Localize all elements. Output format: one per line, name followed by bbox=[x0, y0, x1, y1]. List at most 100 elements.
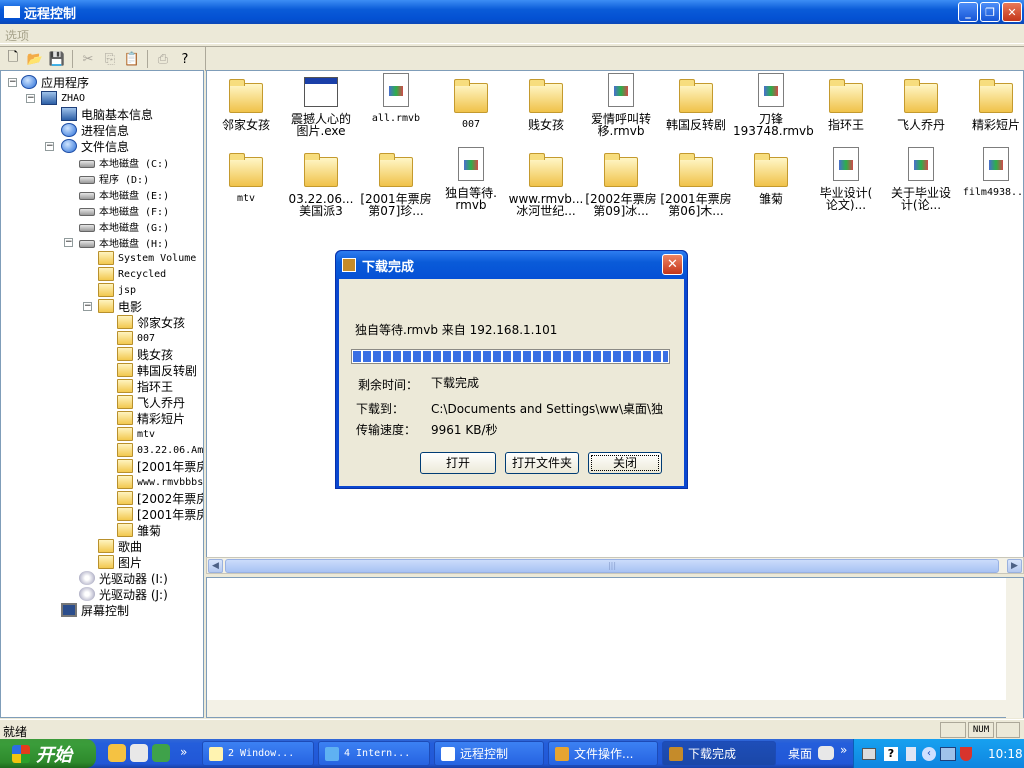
ime-icon[interactable] bbox=[906, 746, 916, 761]
file-item[interactable]: 震撼人心的 图片.exe bbox=[283, 77, 359, 137]
file-item[interactable]: 飞人乔丹 bbox=[883, 77, 959, 131]
tree-folder-movie[interactable]: 007 bbox=[117, 330, 156, 346]
tree-folder-jsp[interactable]: jsp bbox=[98, 282, 137, 298]
security-shield-icon[interactable] bbox=[960, 746, 972, 761]
tree-folder-movie[interactable]: [2001年票房 bbox=[117, 458, 203, 474]
file-item[interactable]: 独自等待. rmvb bbox=[433, 147, 509, 211]
collapse-toggle[interactable]: − bbox=[8, 78, 17, 87]
tree-folder-songs[interactable]: 歌曲 bbox=[98, 538, 143, 554]
tree-node-drive-c[interactable]: 本地磁盘 (C:) bbox=[79, 154, 170, 170]
tree-folder-recycled[interactable]: Recycled bbox=[98, 266, 167, 282]
tree-node-host[interactable]: ZHAO bbox=[41, 90, 86, 106]
file-item[interactable]: [2001年票房 第06]木... bbox=[658, 151, 734, 217]
file-item[interactable]: all.rmvb bbox=[358, 73, 434, 125]
scroll-left-icon[interactable]: ◀ bbox=[208, 559, 223, 573]
tree-node-file-info[interactable]: 文件信息 bbox=[61, 138, 130, 154]
file-item[interactable]: mtv bbox=[208, 151, 284, 205]
copy-icon[interactable]: ⎘ bbox=[101, 50, 119, 68]
tree-node-root[interactable]: 应用程序 bbox=[21, 74, 90, 90]
tree-node-cd-j[interactable]: 光驱动器 (J:) bbox=[79, 586, 169, 602]
tree-folder-movie[interactable]: 贱女孩 bbox=[117, 346, 174, 362]
start-button[interactable]: 开始 bbox=[0, 739, 96, 768]
minimize-button[interactable]: _ bbox=[958, 2, 978, 22]
file-item[interactable]: 雏菊 bbox=[733, 151, 809, 205]
cut-icon[interactable]: ✂ bbox=[79, 50, 97, 68]
messenger-icon[interactable] bbox=[108, 744, 126, 762]
scroll-thumb[interactable]: ||| bbox=[225, 559, 999, 573]
file-item[interactable]: 03.22.06... 美国派3 bbox=[283, 151, 359, 217]
tree-folder-movie[interactable]: 飞人乔丹 bbox=[117, 394, 186, 410]
scroll-right-icon[interactable]: ▶ bbox=[1007, 559, 1022, 573]
save-icon[interactable]: 💾 bbox=[48, 50, 66, 68]
file-item[interactable]: 关于毕业设 计(论... bbox=[883, 147, 959, 211]
tree-node-drive-f[interactable]: 本地磁盘 (F:) bbox=[79, 202, 170, 218]
new-icon[interactable]: 🗋 bbox=[4, 50, 22, 68]
file-item[interactable]: [2001年票房 第07]珍... bbox=[358, 151, 434, 217]
tree-folder-movie[interactable]: www.rmvbbbs bbox=[117, 474, 203, 490]
tree-folder-movie[interactable]: mtv bbox=[117, 426, 156, 442]
network-tray-icon[interactable] bbox=[940, 746, 956, 761]
quicklaunch-chevron[interactable]: » bbox=[180, 745, 187, 759]
file-item[interactable]: 刀锋 193748.rmvb bbox=[733, 73, 814, 137]
close-window-button[interactable]: ✕ bbox=[1002, 2, 1022, 22]
folder-tree[interactable]: − 应用程序 − ZHAO 电脑基本信息 进程信息 − 文件信息 本地磁盘 (C… bbox=[0, 70, 204, 718]
collapse-toggle[interactable]: − bbox=[26, 94, 35, 103]
desktop-chevron[interactable]: » bbox=[840, 743, 847, 757]
network-icon[interactable] bbox=[152, 744, 170, 762]
tree-node-process-info[interactable]: 进程信息 bbox=[61, 122, 130, 138]
tree-folder-movie[interactable]: [2001年票房 bbox=[117, 506, 203, 522]
tree-node-pc-info[interactable]: 电脑基本信息 bbox=[61, 106, 154, 122]
tree-folder-pictures[interactable]: 图片 bbox=[98, 554, 143, 570]
file-view-scrollbar[interactable]: ◀ ||| ▶ bbox=[206, 557, 1024, 574]
task-windows-group[interactable]: 2 Window... bbox=[202, 741, 314, 766]
file-item[interactable]: 毕业设计( 论文)... bbox=[808, 147, 884, 211]
file-item[interactable]: 爱情呼叫转 移.rmvb bbox=[583, 73, 659, 137]
task-remote-control[interactable]: 远程控制 bbox=[434, 741, 544, 766]
tree-folder-movie[interactable]: 邻家女孩 bbox=[117, 314, 186, 330]
desktop-toolbar-label[interactable]: 桌面 bbox=[788, 745, 812, 762]
log-vertical-scrollbar[interactable] bbox=[1006, 578, 1023, 718]
file-item[interactable]: www.rmvb... 冰河世纪... bbox=[508, 151, 584, 217]
tree-folder-movie[interactable]: 指环王 bbox=[117, 378, 174, 394]
clock[interactable]: 10:18 bbox=[988, 747, 1023, 761]
file-item[interactable]: 精彩短片 bbox=[958, 77, 1023, 131]
tree-node-drive-e[interactable]: 本地磁盘 (E:) bbox=[79, 186, 170, 202]
collapse-toggle[interactable]: − bbox=[64, 238, 73, 247]
tree-node-cd-i[interactable]: 光驱动器 (I:) bbox=[79, 570, 169, 586]
desktop-toolbar-icon[interactable] bbox=[818, 746, 834, 760]
log-horizontal-scrollbar[interactable] bbox=[207, 700, 1007, 717]
file-item[interactable]: [2002年票房 第09]冰... bbox=[583, 151, 659, 217]
task-file-operation[interactable]: 文件操作... bbox=[548, 741, 658, 766]
tree-folder-movies[interactable]: 电影 bbox=[98, 298, 143, 314]
tree-folder-movie[interactable]: 03.22.06.Am bbox=[117, 442, 203, 458]
log-panel[interactable] bbox=[206, 577, 1024, 718]
open-icon[interactable]: 📂 bbox=[26, 50, 44, 68]
file-item[interactable]: 贱女孩 bbox=[508, 77, 584, 131]
media-player-icon[interactable] bbox=[130, 744, 148, 762]
collapse-toggle[interactable]: − bbox=[45, 142, 54, 151]
tree-folder-system-volume[interactable]: System Volume bbox=[98, 250, 197, 266]
tree-node-screen-control[interactable]: 屏幕控制 bbox=[61, 602, 130, 618]
tree-folder-movie[interactable]: 雏菊 bbox=[117, 522, 162, 538]
help-tray-icon[interactable]: ? bbox=[884, 746, 898, 761]
tree-node-drive-g[interactable]: 本地磁盘 (G:) bbox=[79, 218, 170, 234]
close-button[interactable]: 关闭 bbox=[588, 452, 662, 474]
menu-options[interactable]: 选项 bbox=[0, 24, 34, 47]
collapse-tray-icon[interactable]: ‹ bbox=[922, 746, 936, 761]
file-item[interactable]: 邻家女孩 bbox=[208, 77, 284, 131]
tree-node-drive-d[interactable]: 程序 (D:) bbox=[79, 170, 150, 186]
dialog-close-icon[interactable]: ✕ bbox=[662, 254, 683, 275]
task-download-complete[interactable]: 下载完成 bbox=[662, 741, 776, 766]
restore-button[interactable]: ❐ bbox=[980, 2, 1000, 22]
help-icon[interactable]: ? bbox=[176, 50, 194, 68]
tree-node-drive-h[interactable]: 本地磁盘 (H:) bbox=[79, 234, 170, 250]
print-icon[interactable]: ⎙ bbox=[154, 50, 172, 68]
task-ie-group[interactable]: 4 Intern... bbox=[318, 741, 430, 766]
file-item[interactable]: 韩国反转剧 bbox=[658, 77, 734, 131]
paste-icon[interactable]: 📋 bbox=[123, 50, 141, 68]
collapse-toggle[interactable]: − bbox=[83, 302, 92, 311]
tree-folder-movie[interactable]: 精彩短片 bbox=[117, 410, 186, 426]
tree-folder-movie[interactable]: 韩国反转剧 bbox=[117, 362, 198, 378]
file-item[interactable]: film4938... bbox=[958, 147, 1023, 199]
file-item[interactable]: 007 bbox=[433, 77, 509, 131]
